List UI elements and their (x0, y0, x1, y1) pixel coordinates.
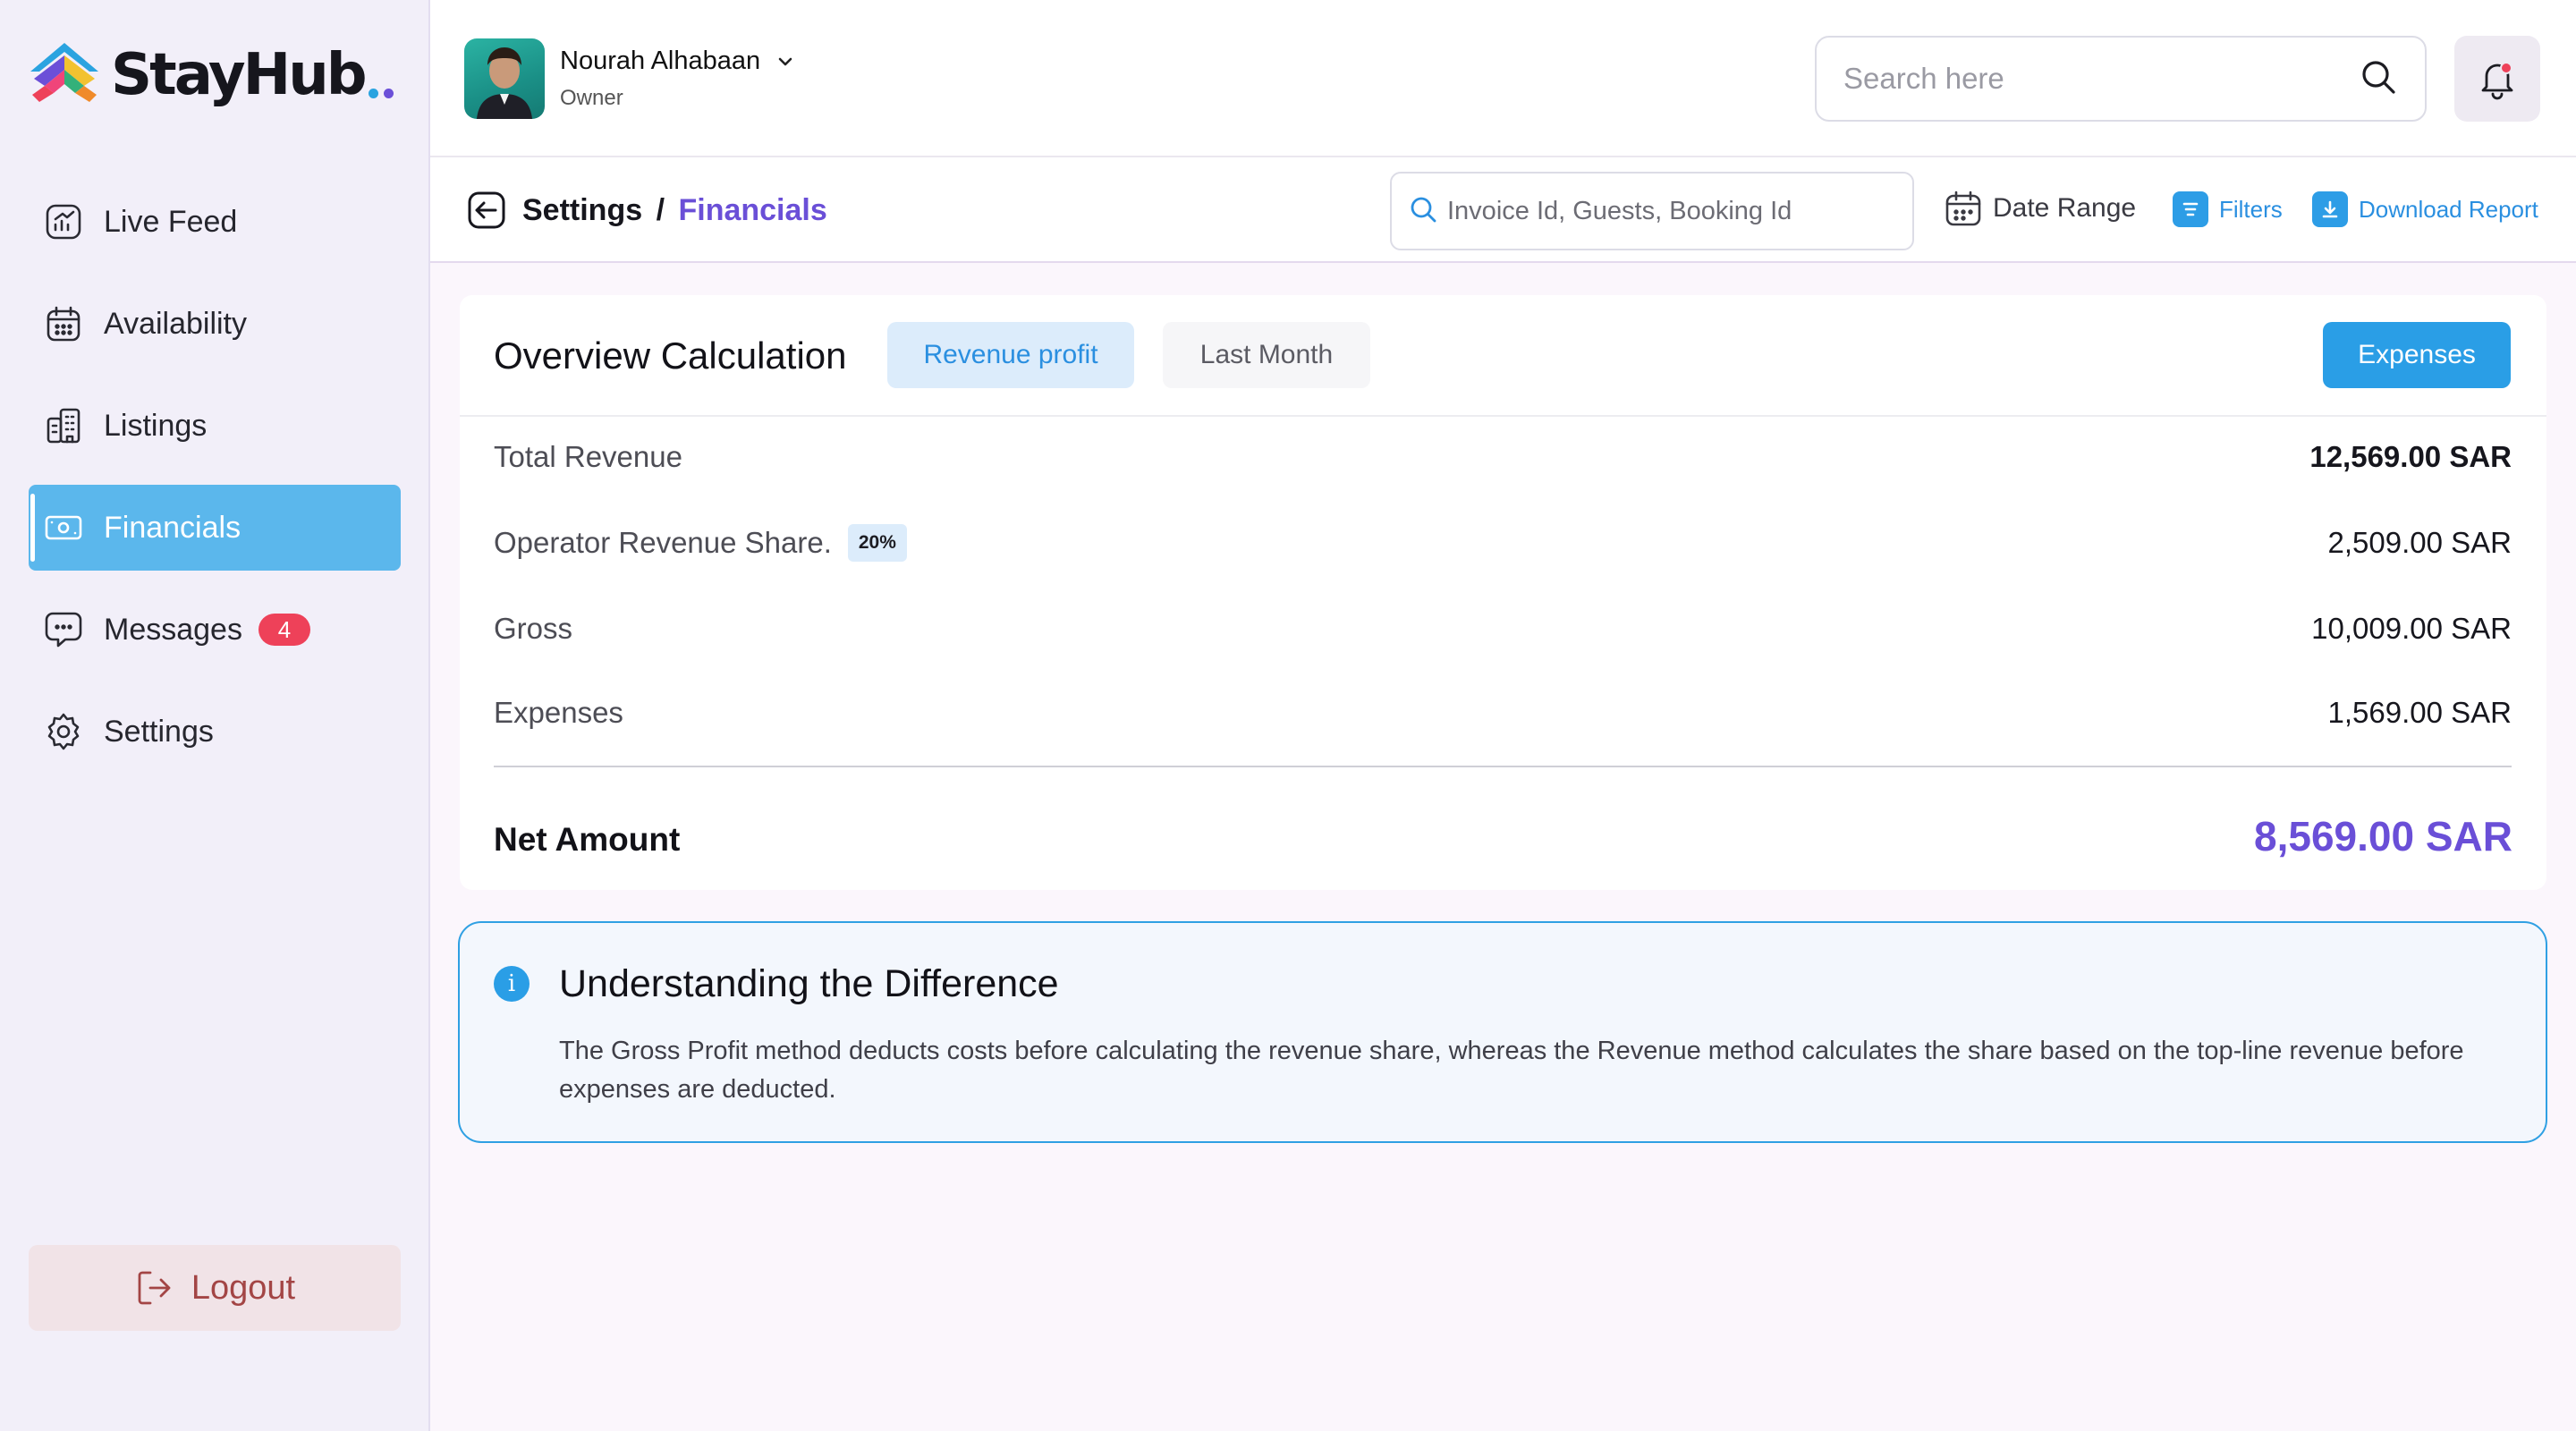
booking-search (1390, 172, 1914, 250)
sidebar-item-live-feed[interactable]: Live Feed (29, 179, 401, 265)
row-value: 1,569.00 SAR (2327, 696, 2512, 729)
filter-icon (2173, 191, 2208, 227)
breadcrumb-separator: / (656, 193, 665, 227)
row-label: Gross (494, 612, 573, 645)
logo-text: StayHub (111, 42, 368, 108)
breadcrumb-parent[interactable]: Settings (522, 193, 642, 227)
sidebar-item-label: Availability (104, 306, 248, 341)
gross-row: Gross 10,009.00 SAR (494, 612, 2512, 646)
sidebar-item-financials[interactable]: Financials (29, 485, 401, 571)
net-amount-value: 8,569.00 SAR (2254, 813, 2512, 859)
sidebar-item-label: Financials (104, 510, 242, 545)
total-revenue-row: Total Revenue 12,569.00 SAR (494, 440, 2512, 474)
user-role: Owner (560, 86, 623, 110)
divider (494, 766, 2512, 767)
building-icon (43, 405, 84, 446)
breadcrumb: Settings / Financials (522, 193, 827, 228)
messages-count-badge: 4 (258, 614, 310, 646)
avatar[interactable] (464, 38, 545, 119)
expenses-button[interactable]: Expenses (2323, 322, 2511, 388)
info-text: The Gross Profit method deducts costs be… (559, 1037, 2464, 1104)
logo-dots (368, 88, 394, 98)
search-icon[interactable] (2359, 57, 2398, 101)
row-value: 2,509.00 SAR (2327, 526, 2512, 559)
revenue-profit-chip[interactable]: Revenue profit (887, 322, 1134, 388)
download-icon (2312, 191, 2348, 227)
sidebar-item-label: Settings (104, 714, 214, 749)
row-value: 10,009.00 SAR (2311, 612, 2512, 645)
sidebar-item-availability[interactable]: Availability (29, 281, 401, 367)
sidebar-item-label: Messages (104, 612, 242, 647)
top-header: Nourah Alhabaan Owner (430, 0, 2576, 157)
search-input[interactable] (1843, 62, 2359, 96)
booking-search-input[interactable] (1447, 196, 1896, 226)
info-title: Understanding the Difference (559, 962, 1059, 1005)
global-search (1815, 36, 2427, 122)
sidebar-item-settings[interactable]: Settings (29, 689, 401, 775)
filters-label: Filters (2219, 195, 2283, 223)
row-label: Total Revenue (494, 440, 682, 473)
user-menu[interactable]: Nourah Alhabaan (560, 47, 794, 76)
operator-share-row: Operator Revenue Share. 20% 2,509.00 SAR (494, 524, 2512, 562)
sidebar-item-label: Live Feed (104, 204, 238, 239)
user-name: Nourah Alhabaan (560, 47, 761, 75)
date-range-button[interactable]: Date Range (1945, 190, 2136, 227)
sidebar: StayHub Live Feed Availability Listings (0, 0, 430, 1431)
overview-card-header: Overview Calculation Revenue profit Last… (460, 295, 2546, 417)
gear-icon (43, 711, 84, 752)
back-button[interactable] (468, 191, 505, 229)
calendar-icon (43, 303, 84, 344)
share-percent-badge: 20% (847, 524, 907, 562)
net-amount-label: Net Amount (494, 821, 681, 858)
row-label: Operator Revenue Share. (494, 526, 832, 559)
expenses-row: Expenses 1,569.00 SAR (494, 696, 2512, 730)
chart-icon (43, 201, 84, 242)
app-logo[interactable]: StayHub (27, 39, 394, 111)
sub-header: Settings / Financials Date Range Filters… (430, 157, 2576, 263)
notifications-button[interactable] (2454, 36, 2540, 122)
date-range-label: Date Range (1993, 193, 2137, 223)
row-label: Expenses (494, 696, 623, 729)
bell-icon (2481, 62, 2513, 100)
sidebar-item-messages[interactable]: Messages 4 (29, 587, 401, 673)
sidebar-nav: Live Feed Availability Listings Financia… (29, 179, 401, 791)
calendar-icon (1945, 190, 1982, 227)
sidebar-item-listings[interactable]: Listings (29, 383, 401, 469)
filters-button[interactable]: Filters (2173, 191, 2283, 227)
info-icon: i (494, 966, 530, 1002)
download-report-button[interactable]: Download Report (2312, 191, 2538, 227)
chat-icon (43, 609, 84, 650)
search-icon (1408, 194, 1438, 229)
breadcrumb-current: Financials (678, 193, 827, 227)
last-month-chip[interactable]: Last Month (1163, 322, 1370, 388)
overview-card: Overview Calculation Revenue profit Last… (460, 295, 2546, 890)
row-value: 12,569.00 SAR (2309, 440, 2512, 473)
logout-icon (134, 1267, 175, 1308)
back-arrow-icon (468, 191, 505, 229)
chevron-down-icon (776, 55, 794, 68)
info-callout: i Understanding the Difference The Gross… (458, 921, 2547, 1143)
logout-button[interactable]: Logout (29, 1245, 401, 1331)
money-icon (43, 507, 84, 548)
overview-title: Overview Calculation (494, 334, 847, 377)
logout-label: Logout (191, 1268, 296, 1307)
sidebar-item-label: Listings (104, 408, 208, 443)
logo-mark-icon (30, 43, 98, 102)
download-report-label: Download Report (2359, 195, 2538, 223)
